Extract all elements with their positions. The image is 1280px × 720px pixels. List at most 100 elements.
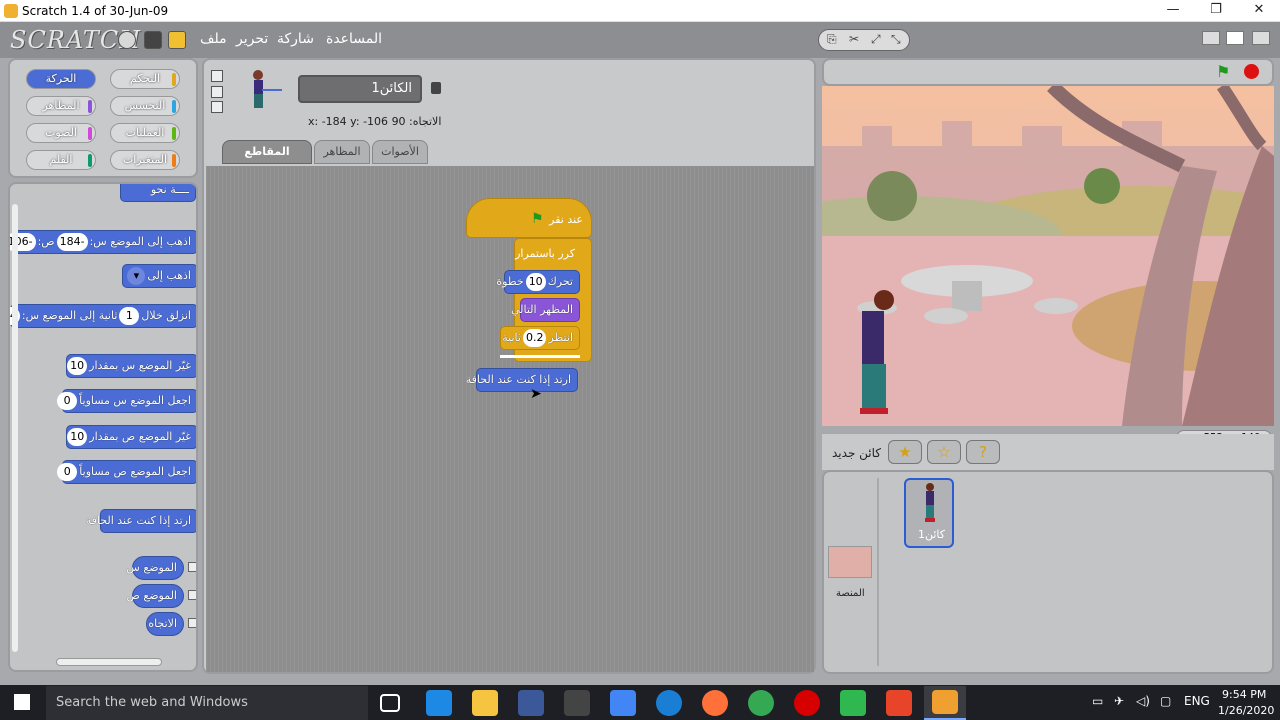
glide-block[interactable]: انزلق خلال1ثانية إلى الموضع س:184: [10, 304, 196, 328]
task-view-icon[interactable]: [380, 694, 400, 712]
menu-bar: [0, 22, 1280, 58]
y-position-checkbox[interactable]: [188, 590, 196, 600]
network-icon[interactable]: ✈: [1114, 694, 1124, 708]
rotate-style-none-icon[interactable]: [211, 101, 223, 113]
next-costume-block[interactable]: المظهر التالي: [511, 298, 580, 322]
rotate-style-flip-icon[interactable]: [211, 86, 223, 98]
mouse-cursor-icon: ➤: [530, 386, 542, 402]
menu-edit[interactable]: تحرير: [236, 31, 268, 47]
stage-header: [822, 58, 1274, 86]
stage[interactable]: [822, 86, 1274, 426]
firefox-icon[interactable]: [702, 690, 728, 716]
move-steps-block[interactable]: تحرك10خطوة: [496, 270, 580, 294]
language-indicator[interactable]: ENG: [1184, 694, 1210, 708]
stop-button[interactable]: [1244, 64, 1259, 79]
divider: [877, 478, 879, 666]
messenger-icon[interactable]: [656, 690, 682, 716]
category-sound[interactable]: الصوت: [26, 123, 96, 143]
battery-icon[interactable]: ▭: [1092, 694, 1103, 708]
grow-icon[interactable]: ⤢: [871, 32, 881, 47]
sprite1-thumbnail[interactable]: كائن1: [904, 478, 954, 548]
when-flag-clicked-block[interactable]: عند نقر ⚑: [466, 198, 592, 238]
category-variables[interactable]: المتغيرات: [110, 150, 180, 170]
clock-time[interactable]: 9:54 PM: [1222, 688, 1266, 701]
duplicate-icon[interactable]: ⎘: [827, 32, 837, 47]
save-icon[interactable]: [144, 31, 162, 49]
close-button[interactable]: ✕: [1236, 0, 1280, 22]
stage-thumbnail[interactable]: [828, 546, 872, 578]
goto-xy-block[interactable]: اذهب إلى الموضع س:-184ص:-106: [10, 230, 196, 254]
rotate-style-full-icon[interactable]: [211, 70, 223, 82]
stage-label: المنصة: [836, 588, 865, 599]
sprite-tools: ⎘ ✂ ⤢ ⤡: [818, 29, 910, 51]
bounce-block[interactable]: ارتد إذا كنت عند الحافة: [86, 509, 196, 533]
choose-sprite-button[interactable]: ☆: [927, 440, 961, 464]
palette-vertical-scrollbar[interactable]: [12, 204, 18, 652]
lock-icon[interactable]: [431, 82, 441, 94]
category-operators[interactable]: العمليات: [110, 123, 180, 143]
tab-sounds[interactable]: الأصوات: [372, 140, 428, 164]
menu-file[interactable]: ملف: [200, 31, 227, 47]
direction-reporter[interactable]: الاتجاه: [146, 612, 184, 636]
green-flag-button[interactable]: ⚑: [1216, 62, 1230, 81]
edge-icon[interactable]: [426, 690, 452, 716]
goto-block[interactable]: اذهب إلى▾: [122, 264, 196, 288]
globe-icon[interactable]: [118, 31, 136, 49]
store-icon[interactable]: [564, 690, 590, 716]
tab-costumes[interactable]: المظاهر: [314, 140, 370, 164]
green-flag-icon: ⚑: [531, 211, 544, 227]
bounce-block-script[interactable]: ارتد إذا كنت عند الحافة: [466, 368, 578, 392]
sprite-thumbnail: [253, 70, 282, 108]
share-icon[interactable]: [168, 31, 186, 49]
script-area[interactable]: [206, 166, 814, 672]
recorder-icon[interactable]: [886, 690, 912, 716]
sprite-name-field[interactable]: الكائن1: [298, 75, 422, 103]
category-looks[interactable]: المظاهر: [26, 96, 96, 116]
set-x-block[interactable]: اجعل الموضع س مساوياً0: [57, 389, 196, 413]
facebook-icon[interactable]: [518, 690, 544, 716]
menu-share[interactable]: شاركة: [277, 31, 314, 47]
paint-sprite-button[interactable]: ★: [888, 440, 922, 464]
category-pen[interactable]: القلم: [26, 150, 96, 170]
taskbar-search-box[interactable]: Search the web and Windows: [46, 686, 368, 720]
minimize-button[interactable]: —: [1150, 0, 1196, 22]
scratch-taskbar-button[interactable]: [924, 686, 966, 720]
windows-start-icon[interactable]: [14, 694, 30, 710]
y-position-reporter[interactable]: الموضع ص: [127, 584, 184, 608]
random-sprite-button[interactable]: ?: [966, 440, 1000, 464]
block-palette: ــــة نحو اذهب إلى الموضع س:-184ص:-106 ا…: [8, 182, 198, 672]
x-position-reporter[interactable]: الموضع س: [126, 556, 184, 580]
sprite1-image: [925, 483, 935, 522]
palette-horizontal-scrollbar[interactable]: [56, 658, 162, 666]
chrome-icon[interactable]: [748, 690, 774, 716]
tab-scripts[interactable]: المقاطع البرمجية: [222, 140, 312, 180]
change-y-block[interactable]: غيّر الموضع ص بمقدار10: [66, 425, 196, 449]
sprite-list-panel: [822, 470, 1274, 674]
category-control[interactable]: التحكم: [110, 69, 180, 89]
stage-backdrop: [822, 86, 1274, 426]
presentation-mode-icon[interactable]: [1252, 31, 1270, 45]
category-motion[interactable]: الحركة: [26, 69, 96, 89]
opera-icon[interactable]: [794, 690, 820, 716]
x-position-checkbox[interactable]: [188, 562, 196, 572]
clock-date[interactable]: 1/26/2020: [1218, 704, 1274, 717]
small-stage-icon[interactable]: [1202, 31, 1220, 45]
file-explorer-icon[interactable]: [472, 690, 498, 716]
window-title: Scratch 1.4 of 30-Jun-09: [22, 4, 169, 18]
set-y-block[interactable]: اجعل الموضع ص مساوياً0: [57, 460, 196, 484]
direction-checkbox[interactable]: [188, 618, 196, 628]
shrink-icon[interactable]: ⤡: [891, 32, 901, 47]
change-x-block[interactable]: غيّر الموضع س بمقدار10: [66, 354, 196, 378]
volume-icon[interactable]: ◁): [1136, 694, 1150, 708]
message-icon[interactable]: ▢: [1160, 694, 1171, 708]
point-towards-block[interactable]: ــــة نحو: [120, 184, 196, 202]
wait-block[interactable]: انتظر0.2ثانية: [500, 326, 580, 350]
maximize-button[interactable]: ❐: [1193, 0, 1239, 22]
delete-icon[interactable]: ✂: [849, 32, 859, 46]
normal-stage-icon[interactable]: [1226, 31, 1244, 45]
category-sensing[interactable]: التحسس: [110, 96, 180, 116]
menu-help[interactable]: المساعدة: [326, 31, 382, 47]
google-icon[interactable]: [610, 690, 636, 716]
camtasia-icon[interactable]: [840, 690, 866, 716]
scratch-app-icon: [4, 4, 18, 18]
